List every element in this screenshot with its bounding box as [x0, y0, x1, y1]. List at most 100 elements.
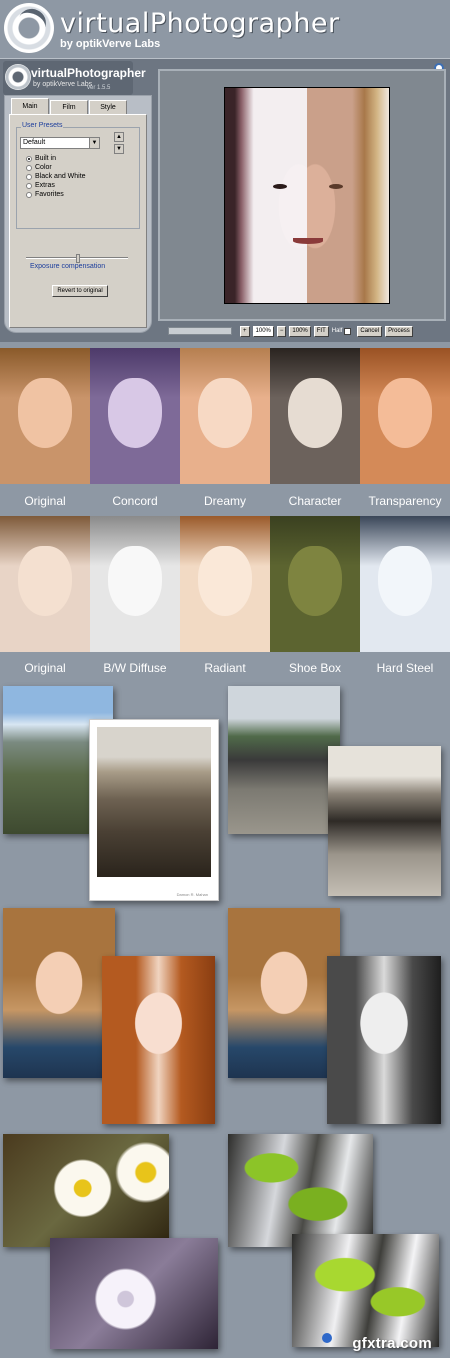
zoom-out-button[interactable]: − — [276, 325, 287, 337]
watermark-logo-icon — [322, 1333, 332, 1343]
face-shape — [18, 546, 72, 616]
strip1-tile-2 — [180, 348, 270, 484]
effect-strip-1 — [0, 348, 450, 484]
zoom-in-button[interactable]: + — [240, 325, 250, 337]
app-version: ver 1.5.5 — [87, 85, 111, 91]
face-shape — [288, 378, 342, 448]
portrait-original-1 — [3, 908, 115, 1078]
strip1-tile-3 — [270, 348, 360, 484]
flower-processed — [50, 1238, 218, 1349]
radio-label: Built in — [35, 155, 57, 162]
train-original — [228, 686, 340, 834]
caption: Transparency — [368, 494, 442, 508]
radio-dot — [26, 155, 32, 162]
radio-label: Favorites — [35, 191, 64, 198]
face-shape — [18, 378, 72, 448]
tab-content: User Presets Default ▼ ▲ ▼ Built in Colo… — [9, 114, 147, 328]
tab-film[interactable]: Film — [50, 100, 88, 114]
logo-icon — [4, 3, 54, 53]
strip2-tile-4 — [360, 516, 450, 652]
radio-favorites[interactable]: Favorites — [26, 191, 64, 198]
radio-black-and-white[interactable]: Black and White — [26, 173, 86, 180]
signature: Damon R. Mahan — [176, 892, 208, 897]
train-processed — [328, 746, 441, 896]
face-shape — [198, 546, 252, 616]
face-shape — [378, 546, 432, 616]
strip2-tile-1 — [90, 516, 180, 652]
app-logo-sub: by optikVerve Labs — [33, 81, 93, 88]
face-shape — [108, 378, 162, 448]
face-shape — [378, 378, 432, 448]
strip2-tile-3 — [270, 516, 360, 652]
radio-dot — [26, 164, 32, 171]
progress-bar — [168, 327, 232, 335]
waterfall-processed — [292, 1234, 439, 1347]
bottom-toolbar: + 100% − 100% FIT Half Cancel Process — [168, 325, 416, 337]
strip2-tile-2 — [180, 516, 270, 652]
radio-dot — [26, 182, 32, 189]
caption: Original — [24, 661, 66, 675]
waterfall-original — [228, 1134, 373, 1247]
app-logo: virtualPhotographer by optikVerve Labs v… — [3, 61, 146, 95]
preview-photo — [224, 87, 390, 304]
radio-extras[interactable]: Extras — [26, 182, 55, 189]
site-header: virtualPhotographer by optikVerve Labs — [0, 0, 450, 58]
face-shape — [108, 546, 162, 616]
eye-mark — [329, 184, 343, 189]
cancel-button[interactable]: Cancel — [357, 325, 383, 337]
preset-select[interactable]: Default ▼ — [20, 137, 100, 149]
tab-bar: Main Film Style — [11, 98, 128, 114]
mouth-mark — [293, 238, 323, 244]
fit-button[interactable]: FIT — [313, 325, 329, 337]
landscape-processed — [97, 727, 211, 877]
preset-up-button[interactable]: ▲ — [114, 132, 124, 142]
zoom-100-button[interactable]: 100% — [289, 325, 311, 337]
strip1-tile-4 — [360, 348, 450, 484]
portrait-bw — [327, 956, 441, 1124]
caption-row-2: Original B/W Diffuse Radiant Shoe Box Ha… — [0, 653, 450, 683]
app-logo-title: virtualPhotographer — [31, 66, 146, 80]
preview-left-half — [225, 88, 307, 303]
caption: B/W Diffuse — [103, 661, 167, 675]
face-shape — [288, 546, 342, 616]
radio-label: Color — [35, 164, 52, 171]
radio-built-in[interactable]: Built in — [26, 155, 56, 162]
caption: Character — [288, 494, 342, 508]
zoom-value-field[interactable]: 100% — [252, 325, 274, 337]
radio-dot — [26, 191, 32, 198]
tab-style[interactable]: Style — [89, 100, 127, 114]
header-title: virtualPhotographer — [60, 8, 340, 39]
group-label: User Presets — [21, 122, 64, 129]
tab-main[interactable]: Main — [11, 98, 49, 114]
preset-down-button[interactable]: ▼ — [114, 144, 124, 154]
radio-dot — [26, 173, 32, 180]
preview-area — [158, 69, 446, 321]
half-label: Half — [331, 328, 343, 334]
exposure-slider[interactable] — [26, 254, 128, 263]
half-checkbox[interactable] — [344, 327, 352, 335]
portrait-radiant — [102, 956, 215, 1124]
portrait-original-2 — [228, 908, 340, 1078]
landscape-processed-frame: Damon R. Mahan — [89, 719, 219, 901]
preview-right-half — [307, 88, 389, 303]
effect-strip-2 — [0, 516, 450, 652]
radio-color[interactable]: Color — [26, 164, 52, 171]
caption: Hard Steel — [376, 661, 434, 675]
caption-row-1: Original Concord Dreamy Character Transp… — [0, 486, 450, 516]
chevron-down-icon[interactable]: ▼ — [89, 138, 99, 148]
process-button[interactable]: Process — [385, 325, 413, 337]
eye-mark — [273, 184, 287, 189]
watermark-text: gfxtra.com — [352, 1335, 432, 1352]
preset-value: Default — [23, 139, 46, 146]
header-subtitle: by optikVerve Labs — [60, 38, 161, 50]
settings-panel: Main Film Style User Presets Default ▼ ▲… — [4, 95, 152, 333]
strip1-tile-1 — [90, 348, 180, 484]
revert-button[interactable]: Revert to original — [52, 285, 108, 297]
caption: Dreamy — [203, 494, 246, 508]
caption: Original — [24, 494, 66, 508]
caption: Concord — [112, 494, 158, 508]
face-shape — [198, 378, 252, 448]
slider-thumb[interactable] — [76, 254, 80, 263]
strip2-tile-0 — [0, 516, 90, 652]
radio-label: Extras — [35, 182, 55, 189]
